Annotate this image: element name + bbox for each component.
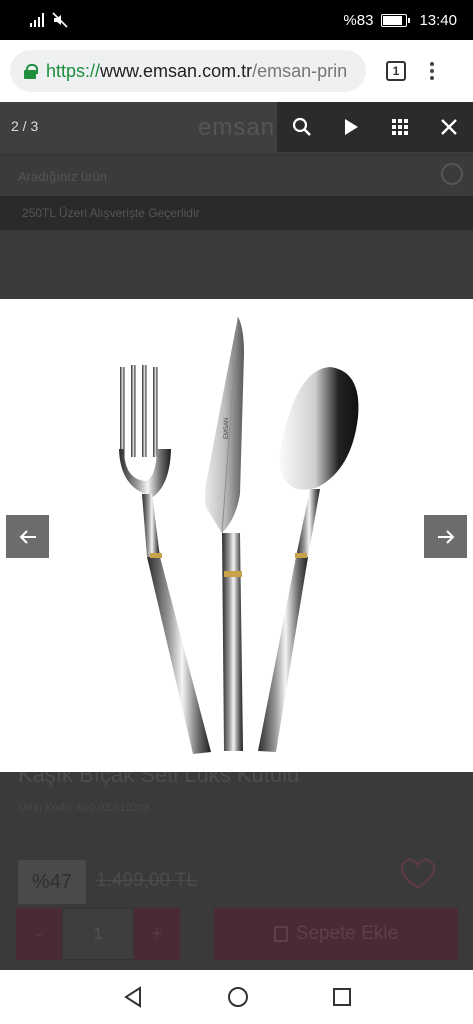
knife-engraving: EMSAN	[224, 418, 230, 439]
close-gallery-button[interactable]	[424, 102, 473, 152]
arrow-left-icon	[19, 529, 36, 544]
cutlery-set-image: EMSAN	[119, 316, 359, 754]
zoom-button[interactable]	[277, 102, 326, 152]
gallery-counter: 2 / 3	[11, 118, 39, 134]
mute-icon	[52, 12, 68, 28]
play-icon	[344, 119, 358, 135]
clock: 13:40	[419, 11, 457, 29]
qty-minus-button: -	[35, 922, 43, 945]
signal-icon	[30, 13, 44, 27]
home-icon[interactable]	[227, 986, 249, 1008]
status-bar: %83 13:40	[0, 0, 473, 40]
slideshow-play-button[interactable]	[326, 102, 375, 152]
screen: %83 13:40 https://www.emsan.com.tr/emsan…	[0, 0, 473, 1024]
arrow-right-icon	[437, 529, 454, 544]
recents-icon[interactable]	[332, 987, 352, 1007]
close-icon	[440, 119, 457, 135]
url-text: https://www.emsan.com.tr/emsan-prin	[46, 60, 348, 81]
system-nav-bar	[0, 970, 473, 1024]
product-code: Ürün Kodu: 600.02.010208	[18, 802, 151, 814]
qty-plus-button: +	[151, 922, 163, 945]
favorite-heart-icon	[400, 858, 436, 890]
spoon	[258, 367, 359, 752]
knife: EMSAN	[205, 316, 244, 751]
shopping-bag-icon	[273, 926, 288, 942]
old-price: 1.499,00 TL	[96, 870, 198, 891]
browser-toolbar: https://www.emsan.com.tr/emsan-prin 1	[0, 40, 473, 102]
add-to-cart-label: Sepete Ekle	[295, 923, 399, 944]
address-bar[interactable]: https://www.emsan.com.tr/emsan-prin	[10, 50, 366, 92]
site-search-icon	[441, 163, 463, 185]
next-image-button[interactable]	[424, 515, 467, 558]
battery-icon	[381, 13, 411, 27]
discount-badge: %47	[18, 860, 86, 904]
magnifier-icon	[292, 117, 311, 136]
site-search-bar: Aradığınız ürün	[0, 154, 473, 196]
quantity-stepper: - 1 +	[16, 908, 180, 960]
qty-value: 1	[62, 908, 134, 960]
promo-banner: 250TL Üzeri Alışverişte Geçerlidir	[0, 196, 473, 230]
gallery-image: EMSAN	[0, 299, 473, 772]
previous-image-button[interactable]	[6, 515, 49, 558]
grid-icon	[391, 119, 408, 135]
fork	[119, 365, 211, 754]
tab-switcher-button[interactable]: 1	[386, 61, 406, 81]
site-logo: emsan	[198, 114, 276, 141]
lock-icon	[24, 63, 38, 79]
thumbnails-button[interactable]	[375, 102, 424, 152]
browser-menu-icon[interactable]	[430, 62, 434, 80]
back-icon[interactable]	[122, 986, 144, 1008]
battery-percent: %83	[343, 11, 374, 29]
gallery-toolbar	[277, 102, 473, 152]
site-search-placeholder: Aradığınız ürün	[18, 169, 107, 184]
add-to-cart-button: Sepete Ekle	[214, 908, 458, 960]
